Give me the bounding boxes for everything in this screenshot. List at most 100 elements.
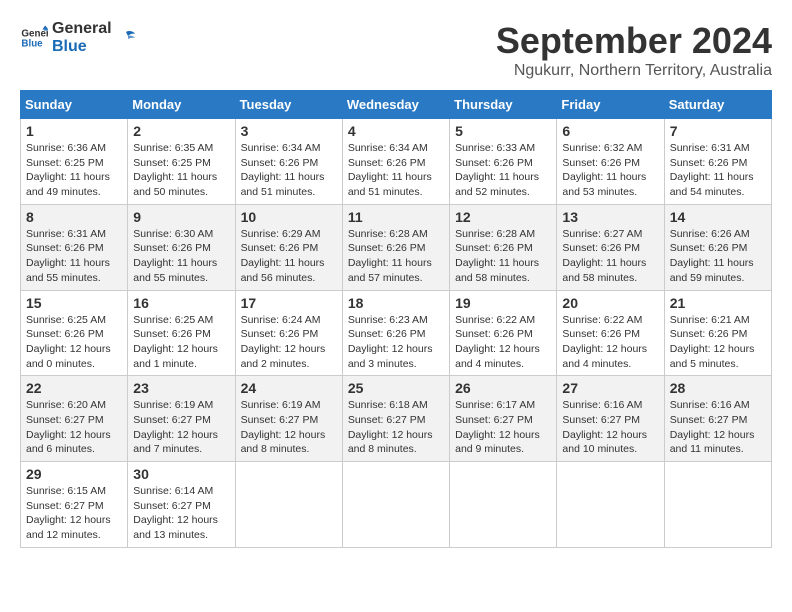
day-info: Sunrise: 6:34 AMSunset: 6:26 PMDaylight:… — [241, 141, 337, 200]
calendar-week-row: 22 Sunrise: 6:20 AMSunset: 6:27 PMDaylig… — [21, 376, 772, 462]
day-info: Sunrise: 6:28 AMSunset: 6:26 PMDaylight:… — [348, 227, 444, 286]
calendar-cell: 12 Sunrise: 6:28 AMSunset: 6:26 PMDaylig… — [450, 204, 557, 290]
calendar-cell: 10 Sunrise: 6:29 AMSunset: 6:26 PMDaylig… — [235, 204, 342, 290]
day-number: 18 — [348, 295, 444, 311]
day-info: Sunrise: 6:27 AMSunset: 6:26 PMDaylight:… — [562, 227, 658, 286]
logo-line2: Blue — [52, 38, 112, 56]
calendar-cell: 27 Sunrise: 6:16 AMSunset: 6:27 PMDaylig… — [557, 376, 664, 462]
weekday-header-friday: Friday — [557, 91, 664, 119]
day-number: 11 — [348, 209, 444, 225]
day-number: 3 — [241, 123, 337, 139]
day-info: Sunrise: 6:16 AMSunset: 6:27 PMDaylight:… — [670, 398, 766, 457]
weekday-header-saturday: Saturday — [664, 91, 771, 119]
calendar-cell: 14 Sunrise: 6:26 AMSunset: 6:26 PMDaylig… — [664, 204, 771, 290]
day-info: Sunrise: 6:31 AMSunset: 6:26 PMDaylight:… — [670, 141, 766, 200]
day-info: Sunrise: 6:20 AMSunset: 6:27 PMDaylight:… — [26, 398, 122, 457]
day-info: Sunrise: 6:21 AMSunset: 6:26 PMDaylight:… — [670, 313, 766, 372]
calendar-cell: 23 Sunrise: 6:19 AMSunset: 6:27 PMDaylig… — [128, 376, 235, 462]
day-number: 24 — [241, 380, 337, 396]
calendar-cell: 29 Sunrise: 6:15 AMSunset: 6:27 PMDaylig… — [21, 462, 128, 548]
calendar-cell: 28 Sunrise: 6:16 AMSunset: 6:27 PMDaylig… — [664, 376, 771, 462]
calendar-cell: 20 Sunrise: 6:22 AMSunset: 6:26 PMDaylig… — [557, 290, 664, 376]
calendar-week-row: 15 Sunrise: 6:25 AMSunset: 6:26 PMDaylig… — [21, 290, 772, 376]
day-number: 10 — [241, 209, 337, 225]
day-number: 29 — [26, 466, 122, 482]
day-number: 7 — [670, 123, 766, 139]
day-info: Sunrise: 6:23 AMSunset: 6:26 PMDaylight:… — [348, 313, 444, 372]
calendar-cell: 25 Sunrise: 6:18 AMSunset: 6:27 PMDaylig… — [342, 376, 449, 462]
day-number: 12 — [455, 209, 551, 225]
weekday-header-row: SundayMondayTuesdayWednesdayThursdayFrid… — [21, 91, 772, 119]
day-info: Sunrise: 6:17 AMSunset: 6:27 PMDaylight:… — [455, 398, 551, 457]
day-number: 2 — [133, 123, 229, 139]
calendar-cell: 6 Sunrise: 6:32 AMSunset: 6:26 PMDayligh… — [557, 119, 664, 205]
calendar-cell: 2 Sunrise: 6:35 AMSunset: 6:25 PMDayligh… — [128, 119, 235, 205]
day-info: Sunrise: 6:22 AMSunset: 6:26 PMDaylight:… — [562, 313, 658, 372]
day-info: Sunrise: 6:26 AMSunset: 6:26 PMDaylight:… — [670, 227, 766, 286]
day-number: 1 — [26, 123, 122, 139]
calendar-week-row: 29 Sunrise: 6:15 AMSunset: 6:27 PMDaylig… — [21, 462, 772, 548]
day-number: 23 — [133, 380, 229, 396]
day-info: Sunrise: 6:25 AMSunset: 6:26 PMDaylight:… — [26, 313, 122, 372]
calendar-cell: 7 Sunrise: 6:31 AMSunset: 6:26 PMDayligh… — [664, 119, 771, 205]
title-area: September 2024 Ngukurr, Northern Territo… — [496, 20, 772, 80]
day-number: 17 — [241, 295, 337, 311]
calendar-cell: 21 Sunrise: 6:21 AMSunset: 6:26 PMDaylig… — [664, 290, 771, 376]
day-info: Sunrise: 6:18 AMSunset: 6:27 PMDaylight:… — [348, 398, 444, 457]
day-number: 8 — [26, 209, 122, 225]
weekday-header-thursday: Thursday — [450, 91, 557, 119]
day-number: 27 — [562, 380, 658, 396]
day-info: Sunrise: 6:19 AMSunset: 6:27 PMDaylight:… — [133, 398, 229, 457]
day-info: Sunrise: 6:25 AMSunset: 6:26 PMDaylight:… — [133, 313, 229, 372]
calendar-cell: 11 Sunrise: 6:28 AMSunset: 6:26 PMDaylig… — [342, 204, 449, 290]
location-title: Ngukurr, Northern Territory, Australia — [496, 62, 772, 80]
calendar-cell: 22 Sunrise: 6:20 AMSunset: 6:27 PMDaylig… — [21, 376, 128, 462]
calendar-cell — [664, 462, 771, 548]
day-info: Sunrise: 6:36 AMSunset: 6:25 PMDaylight:… — [26, 141, 122, 200]
calendar-cell: 15 Sunrise: 6:25 AMSunset: 6:26 PMDaylig… — [21, 290, 128, 376]
calendar-cell: 9 Sunrise: 6:30 AMSunset: 6:26 PMDayligh… — [128, 204, 235, 290]
calendar-cell: 13 Sunrise: 6:27 AMSunset: 6:26 PMDaylig… — [557, 204, 664, 290]
calendar-cell: 17 Sunrise: 6:24 AMSunset: 6:26 PMDaylig… — [235, 290, 342, 376]
day-number: 4 — [348, 123, 444, 139]
calendar-cell: 24 Sunrise: 6:19 AMSunset: 6:27 PMDaylig… — [235, 376, 342, 462]
day-info: Sunrise: 6:35 AMSunset: 6:25 PMDaylight:… — [133, 141, 229, 200]
calendar-cell: 5 Sunrise: 6:33 AMSunset: 6:26 PMDayligh… — [450, 119, 557, 205]
weekday-header-wednesday: Wednesday — [342, 91, 449, 119]
day-number: 25 — [348, 380, 444, 396]
day-info: Sunrise: 6:19 AMSunset: 6:27 PMDaylight:… — [241, 398, 337, 457]
day-number: 16 — [133, 295, 229, 311]
day-number: 19 — [455, 295, 551, 311]
calendar-cell: 26 Sunrise: 6:17 AMSunset: 6:27 PMDaylig… — [450, 376, 557, 462]
calendar-cell: 30 Sunrise: 6:14 AMSunset: 6:27 PMDaylig… — [128, 462, 235, 548]
logo-icon: General Blue — [20, 24, 48, 52]
day-number: 22 — [26, 380, 122, 396]
calendar-cell: 16 Sunrise: 6:25 AMSunset: 6:26 PMDaylig… — [128, 290, 235, 376]
logo-bird-icon — [116, 28, 136, 48]
day-info: Sunrise: 6:24 AMSunset: 6:26 PMDaylight:… — [241, 313, 337, 372]
calendar-week-row: 1 Sunrise: 6:36 AMSunset: 6:25 PMDayligh… — [21, 119, 772, 205]
day-info: Sunrise: 6:28 AMSunset: 6:26 PMDaylight:… — [455, 227, 551, 286]
calendar-cell: 18 Sunrise: 6:23 AMSunset: 6:26 PMDaylig… — [342, 290, 449, 376]
day-info: Sunrise: 6:16 AMSunset: 6:27 PMDaylight:… — [562, 398, 658, 457]
day-number: 28 — [670, 380, 766, 396]
calendar-cell: 1 Sunrise: 6:36 AMSunset: 6:25 PMDayligh… — [21, 119, 128, 205]
day-info: Sunrise: 6:34 AMSunset: 6:26 PMDaylight:… — [348, 141, 444, 200]
day-info: Sunrise: 6:15 AMSunset: 6:27 PMDaylight:… — [26, 484, 122, 543]
weekday-header-sunday: Sunday — [21, 91, 128, 119]
calendar-cell — [342, 462, 449, 548]
calendar-cell: 8 Sunrise: 6:31 AMSunset: 6:26 PMDayligh… — [21, 204, 128, 290]
calendar-cell: 3 Sunrise: 6:34 AMSunset: 6:26 PMDayligh… — [235, 119, 342, 205]
calendar-cell: 4 Sunrise: 6:34 AMSunset: 6:26 PMDayligh… — [342, 119, 449, 205]
calendar-cell: 19 Sunrise: 6:22 AMSunset: 6:26 PMDaylig… — [450, 290, 557, 376]
page-header: General Blue General Blue September 2024… — [20, 20, 772, 80]
day-number: 13 — [562, 209, 658, 225]
day-info: Sunrise: 6:14 AMSunset: 6:27 PMDaylight:… — [133, 484, 229, 543]
day-info: Sunrise: 6:30 AMSunset: 6:26 PMDaylight:… — [133, 227, 229, 286]
calendar-cell — [450, 462, 557, 548]
svg-text:Blue: Blue — [21, 38, 43, 49]
logo: General Blue General Blue — [20, 20, 136, 55]
weekday-header-monday: Monday — [128, 91, 235, 119]
calendar-cell — [557, 462, 664, 548]
day-info: Sunrise: 6:32 AMSunset: 6:26 PMDaylight:… — [562, 141, 658, 200]
